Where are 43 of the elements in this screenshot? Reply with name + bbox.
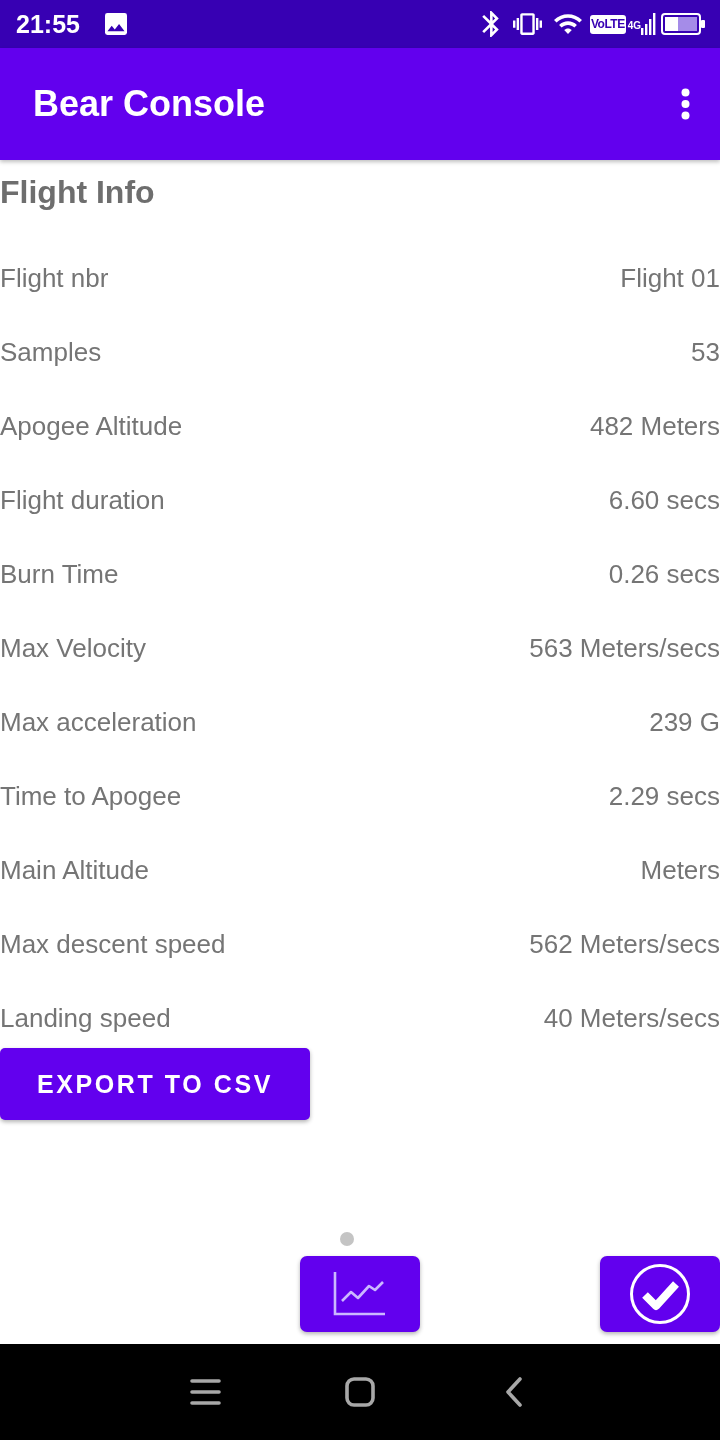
row-label: Samples xyxy=(0,336,102,369)
check-circle-icon xyxy=(630,1264,690,1324)
status-time: 21:55 xyxy=(16,9,80,39)
battery-icon xyxy=(661,13,705,35)
row-label: Apogee Altitude xyxy=(0,410,183,443)
row-value: 0.26 secs xyxy=(608,558,720,591)
wifi-icon xyxy=(553,14,582,34)
line-chart-icon xyxy=(333,1272,387,1316)
vibrate-icon xyxy=(512,13,542,35)
home-icon[interactable] xyxy=(345,1377,375,1407)
more-icon xyxy=(681,88,690,120)
app-title: Bear Console xyxy=(33,82,266,126)
row-value: 2.29 secs xyxy=(608,780,720,813)
section-title: Flight Info xyxy=(0,173,155,212)
row-label: Main Altitude xyxy=(0,854,149,887)
row-label: Landing speed xyxy=(0,1002,171,1035)
export-button[interactable]: EXPORT TO CSV xyxy=(0,1048,310,1120)
confirm-button[interactable] xyxy=(600,1256,720,1332)
row-label: Flight duration xyxy=(0,484,165,517)
row-value: 562 Meters/secs xyxy=(529,928,720,961)
row-label: Burn Time xyxy=(0,558,119,591)
bluetooth-icon xyxy=(481,11,499,37)
row-value: 40 Meters/secs xyxy=(543,1002,720,1035)
row-value: Flight 01 xyxy=(620,262,720,295)
back-icon[interactable] xyxy=(506,1377,522,1407)
row-value: Meters xyxy=(640,854,720,887)
row-value: 482 Meters xyxy=(589,410,720,443)
row-label: Time to Apogee xyxy=(0,780,182,813)
volte-indicator: VoLTE xyxy=(589,14,626,34)
signal-icon xyxy=(641,13,656,35)
page-dot-icon xyxy=(340,1232,354,1246)
image-icon xyxy=(104,13,127,35)
row-label: Flight nbr xyxy=(0,262,109,295)
row-label: Max Velocity xyxy=(0,632,146,665)
row-value: 239 G xyxy=(649,706,720,739)
row-label: Max descent speed xyxy=(0,928,226,961)
chart-button[interactable] xyxy=(300,1256,420,1332)
network-type-label: 4G xyxy=(627,21,641,31)
row-value: 563 Meters/secs xyxy=(529,632,720,665)
row-value: 53 xyxy=(691,336,720,369)
row-label: Max acceleration xyxy=(0,706,197,739)
row-value: 6.60 secs xyxy=(608,484,720,517)
menu-icon[interactable] xyxy=(190,1379,221,1405)
